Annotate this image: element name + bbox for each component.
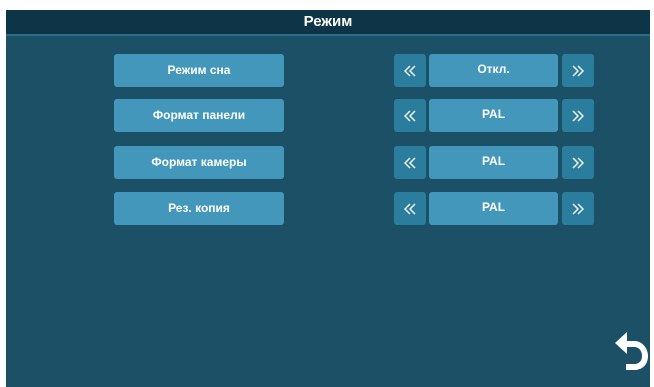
page-title: Режим <box>6 10 650 34</box>
sleep-mode-next-button[interactable] <box>562 54 594 87</box>
sleep-mode-value[interactable]: Откл. <box>429 54 558 87</box>
backup-next-button[interactable] <box>562 192 594 225</box>
backup-value[interactable]: PAL <box>429 192 558 225</box>
camera-format-next-button[interactable] <box>562 146 594 179</box>
chevron-double-right-icon <box>572 203 584 214</box>
chevron-double-right-icon <box>572 65 584 76</box>
camera-format-label: Формат камеры <box>114 146 284 179</box>
backup-label: Рез. копия <box>114 192 284 225</box>
backup-prev-button[interactable] <box>394 192 426 225</box>
chevron-double-right-icon <box>572 110 584 121</box>
panel-format-value[interactable]: PAL <box>429 99 558 132</box>
camera-format-prev-button[interactable] <box>394 146 426 179</box>
mode-settings-screen: Режим Режим сна Откл. Формат панели PAL … <box>6 10 650 387</box>
back-button[interactable] <box>610 328 650 372</box>
chevron-double-left-icon <box>404 65 416 76</box>
panel-format-prev-button[interactable] <box>394 99 426 132</box>
sleep-mode-label: Режим сна <box>114 54 284 87</box>
chevron-double-left-icon <box>404 203 416 214</box>
panel-format-next-button[interactable] <box>562 99 594 132</box>
chevron-double-left-icon <box>404 157 416 168</box>
sleep-mode-prev-button[interactable] <box>394 54 426 87</box>
chevron-double-right-icon <box>572 157 584 168</box>
title-divider <box>6 34 650 36</box>
camera-format-value[interactable]: PAL <box>429 146 558 179</box>
undo-arrow-icon <box>615 332 648 370</box>
panel-format-label: Формат панели <box>114 99 284 132</box>
chevron-double-left-icon <box>404 110 416 121</box>
